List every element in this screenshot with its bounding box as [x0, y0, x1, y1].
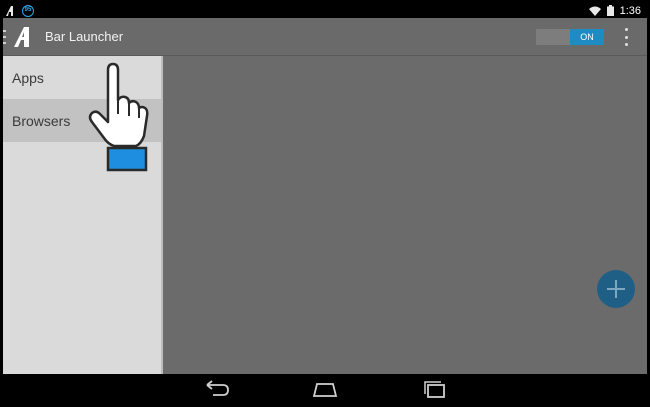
device-screen: 95 1:36 Bar Launcher ON Apps Browsers: [0, 0, 650, 407]
drawer-toggle-icon[interactable]: [3, 30, 6, 44]
clock: 1:36: [619, 4, 641, 17]
drawer-item-label: Browsers: [12, 112, 71, 129]
enable-toggle[interactable]: ON: [536, 29, 604, 45]
app-title: Bar Launcher: [45, 29, 124, 44]
status-bar: 95 1:36: [3, 3, 647, 18]
app-logo-icon[interactable]: [12, 26, 36, 48]
notification-badge: 95: [22, 4, 34, 17]
system-navigation-bar: [3, 374, 647, 404]
back-icon[interactable]: [203, 379, 231, 399]
notification-area: 95: [5, 3, 34, 18]
wifi-icon: [588, 6, 601, 16]
app-notification-icon: [6, 5, 13, 16]
recent-apps-icon[interactable]: [421, 379, 449, 399]
overflow-menu-icon[interactable]: [623, 28, 629, 46]
drawer-item-label: Apps: [12, 69, 44, 86]
system-icons: 1:36: [588, 3, 641, 18]
app-action-bar: Bar Launcher ON: [3, 18, 647, 56]
battery-icon: [606, 5, 614, 16]
add-button[interactable]: [597, 270, 635, 308]
toggle-on-label: ON: [570, 29, 604, 45]
hand-pointer-icon: [88, 62, 149, 172]
main-pane: [165, 56, 647, 374]
home-icon[interactable]: [311, 379, 339, 399]
add-icon: [607, 280, 625, 298]
